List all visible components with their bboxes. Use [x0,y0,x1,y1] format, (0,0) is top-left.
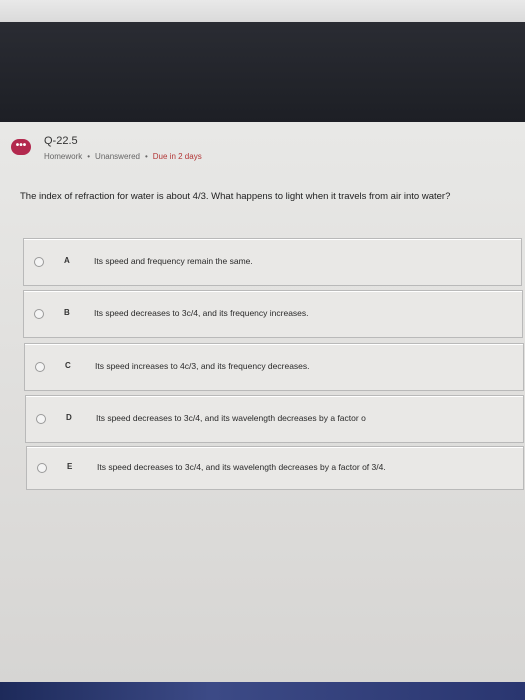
option-letter: C [65,361,71,370]
radio-button[interactable] [36,414,46,424]
question-id: Q-22.5 [44,135,78,147]
question-prompt: The index of refraction for water is abo… [20,191,451,202]
option-text: Its speed decreases to 3c/4, and its wav… [97,462,386,472]
option-text: Its speed decreases to 3c/4, and its wav… [96,413,366,423]
browser-top-bar [0,0,525,22]
option-text: Its speed and frequency remain the same. [94,256,253,266]
answer-option-c[interactable]: C Its speed increases to 4c/3, and its f… [24,343,524,391]
radio-button[interactable] [34,309,44,319]
radio-button[interactable] [34,257,44,267]
answer-option-b[interactable]: B Its speed decreases to 3c/4, and its f… [23,290,523,338]
answer-option-d[interactable]: D Its speed decreases to 3c/4, and its w… [25,395,524,443]
answer-option-a[interactable]: A Its speed and frequency remain the sam… [23,238,522,286]
answer-option-e[interactable]: E Its speed decreases to 3c/4, and its w… [26,446,524,490]
chat-ellipsis-icon[interactable]: ••• [11,139,31,155]
radio-button[interactable] [37,463,47,473]
option-letter: E [67,462,73,471]
assignment-type: Homework [44,152,83,161]
option-letter: B [64,308,70,317]
bottom-taskbar [0,682,525,700]
option-letter: D [66,413,72,422]
option-letter: A [64,256,70,265]
separator-dot: • [144,152,148,161]
option-text: Its speed increases to 4c/3, and its fre… [95,361,310,371]
question-meta: Homework • Unanswered • Due in 2 days [44,152,202,161]
radio-button[interactable] [35,362,45,372]
header-band [0,22,525,122]
answer-status: Unanswered [95,152,140,161]
option-text: Its speed decreases to 3c/4, and its fre… [94,308,309,318]
due-date: Due in 2 days [152,152,202,161]
separator-dot: • [87,152,91,161]
